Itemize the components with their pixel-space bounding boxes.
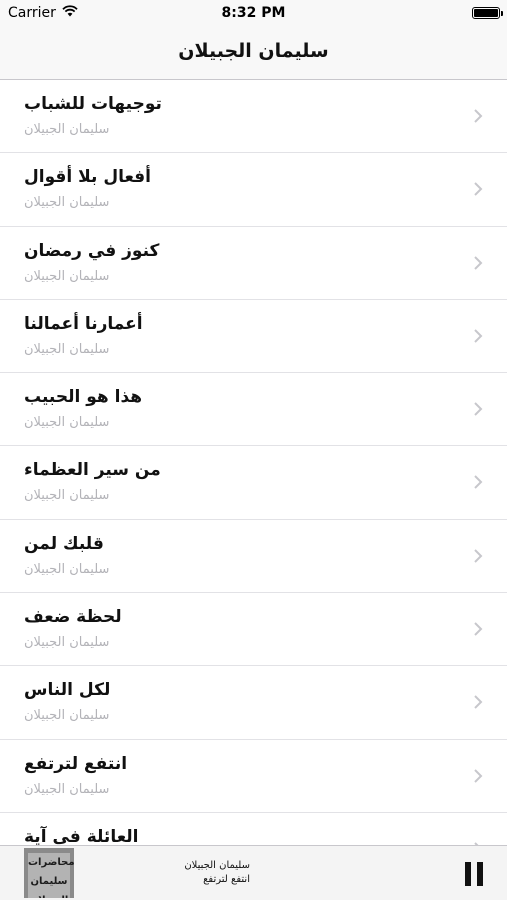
list-item-subtitle: سليمان الجبيلان (24, 781, 110, 797)
chevron-right-icon (474, 402, 483, 416)
now-playing-track: انتفع لترتفع (203, 874, 250, 885)
mini-player[interactable]: محاضرات سليمان الجبيلان سليمان الجبيلان … (0, 845, 507, 900)
list-item[interactable]: أعمارنا أعمالنا سليمان الجبيلان (0, 300, 507, 374)
list-item[interactable]: انتفع لترتفع سليمان الجبيلان (0, 740, 507, 813)
list-item-title: قلبك لمن (24, 533, 104, 554)
chevron-right-icon (474, 109, 483, 123)
list-item[interactable]: لكل الناس سليمان الجبيلان (0, 666, 507, 740)
list-item-title: أفعال بلا أقوال (24, 167, 152, 188)
list-item-title: العائلة في آية (24, 826, 139, 845)
chevron-right-icon (474, 255, 483, 270)
list-item-title: توجيهات للشباب (24, 94, 162, 114)
list-item-title: أعمارنا أعمالنا (24, 313, 143, 334)
list-item-subtitle: سليمان الجبيلان (24, 268, 110, 284)
list-item[interactable]: من سير العظماء سليمان الجبيلان (0, 446, 507, 520)
chevron-right-icon (474, 182, 483, 197)
pause-icon[interactable] (463, 862, 485, 886)
list-item-title: لكل الناس (24, 680, 111, 701)
list-item-subtitle: سليمان الجبيلان (24, 708, 110, 724)
chevron-right-icon (474, 549, 483, 563)
list-item-title: من سير العظماء (24, 460, 161, 481)
list-item-subtitle: سليمان الجبيلان (24, 341, 110, 357)
navigation-bar: سليمان الجبيلان (0, 28, 507, 80)
list-item[interactable]: أفعال بلا أقوال سليمان الجبيلان (0, 153, 507, 227)
chevron-right-icon (474, 768, 483, 783)
lectures-list: توجيهات للشباب سليمان الجبيلان أفعال بلا أ… (0, 80, 507, 845)
list-item-subtitle: سليمان الجبيلان (24, 195, 110, 211)
list-item-title: انتفع لترتفع (24, 753, 128, 774)
list-item[interactable]: كنوز في رمضان سليمان الجبيلان (0, 227, 507, 300)
list-item[interactable]: لحظة ضعف سليمان الجبيلان (0, 593, 507, 667)
list-item-title: كنوز في رمضان (24, 240, 160, 261)
list-item-title: لحظة ضعف (24, 607, 122, 628)
clock: 8:32 PM (221, 5, 286, 21)
list-item-subtitle: سليمان الجبيلان (24, 488, 110, 504)
list-item-title: هذا هو الحبيب (24, 387, 143, 408)
list-item-subtitle: سليمان الجبيلان (24, 122, 110, 137)
list-item[interactable]: توجيهات للشباب سليمان الجبيلان (0, 80, 507, 154)
list-item[interactable]: العائلة في آيةسليمان الجبيلان (0, 813, 507, 845)
list-item-subtitle: سليمان الجبيلان (24, 561, 110, 577)
page-title: سليمان الجبيلان (178, 40, 329, 62)
battery-icon (472, 7, 503, 19)
list-item-subtitle: سليمان الجبيلان (24, 635, 110, 651)
now-playing-info[interactable]: سليمان الجبيلان انتفع لترتفع (130, 859, 250, 887)
artwork-line-1: محاضرات (28, 853, 74, 872)
list-item[interactable]: هذا هو الحبيب سليمان الجبيلان (0, 373, 507, 447)
artwork-line-2: سليمان الجبيلان (28, 872, 70, 898)
status-bar: Carrier 8:32 PM (0, 0, 507, 28)
list-item-subtitle: سليمان الجبيلان (24, 415, 110, 431)
chevron-right-icon (474, 622, 483, 636)
battery-level (474, 9, 498, 17)
now-playing-artist: سليمان الجبيلان (184, 860, 250, 871)
list-item[interactable]: قلبك لمن سليمان الجبيلان (0, 520, 507, 594)
album-artwork[interactable]: محاضرات سليمان الجبيلان (24, 848, 74, 898)
chevron-right-icon (474, 329, 483, 343)
chevron-right-icon (474, 475, 483, 490)
chevron-right-icon (474, 695, 483, 710)
